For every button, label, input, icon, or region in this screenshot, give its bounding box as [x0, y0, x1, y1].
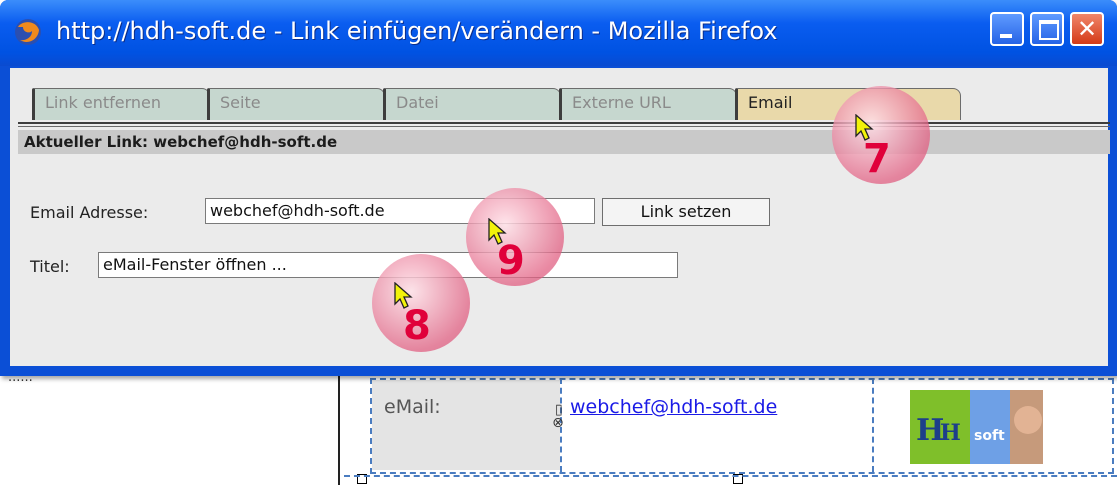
table-column-divider	[872, 378, 874, 472]
tab-seite[interactable]: Seite	[207, 88, 385, 120]
tab-link-entfernen[interactable]: Link entfernen	[32, 88, 210, 120]
hdh-soft-logo: H H soft	[910, 390, 1043, 464]
email-address-label: Email Adresse:	[30, 203, 149, 222]
tab-label: Seite	[220, 93, 261, 112]
table-email-label: eMail:	[384, 396, 441, 418]
callout-number: 9	[497, 238, 525, 284]
tab-label: Email	[748, 93, 793, 112]
firefox-icon	[15, 19, 41, 45]
tab-divider	[18, 126, 1110, 127]
current-link-text: Aktueller Link: webchef@hdh-soft.de	[24, 133, 338, 151]
close-icon: ✕	[1076, 15, 1098, 43]
current-link-bar: Aktueller Link: webchef@hdh-soft.de	[18, 130, 1110, 154]
minimize-button[interactable]	[990, 12, 1024, 46]
window-title: http://hdh-soft.de - Link einfügen/verän…	[56, 17, 778, 45]
tab-label: Externe URL	[572, 93, 671, 112]
tab-datei[interactable]: Datei	[383, 88, 561, 120]
tab-divider	[18, 122, 1110, 124]
table-cell-label	[372, 380, 560, 470]
table-bottom-border	[344, 475, 1117, 477]
resize-handle-icon[interactable]: ⊗▭	[550, 404, 566, 429]
maximize-icon	[1039, 20, 1059, 40]
callout-number: 8	[403, 303, 431, 349]
svg-text:H: H	[940, 420, 961, 446]
title-bar[interactable]: http://hdh-soft.de - Link einfügen/verän…	[0, 0, 1117, 66]
minimize-icon	[1000, 34, 1012, 38]
close-button[interactable]: ✕	[1070, 12, 1104, 46]
tab-externe-url[interactable]: Externe URL	[559, 88, 737, 120]
link-dialog-window: http://hdh-soft.de - Link einfügen/verän…	[0, 0, 1117, 376]
title-label: Titel:	[30, 257, 70, 276]
table-email-link[interactable]: webchef@hdh-soft.de	[570, 396, 777, 418]
callout-number: 7	[863, 136, 891, 182]
set-link-button[interactable]: Link setzen	[602, 198, 770, 226]
maximize-button[interactable]	[1030, 12, 1064, 46]
tab-label: Datei	[396, 93, 439, 112]
tab-label: Link entfernen	[45, 93, 162, 112]
svg-text:soft: soft	[974, 428, 1005, 444]
